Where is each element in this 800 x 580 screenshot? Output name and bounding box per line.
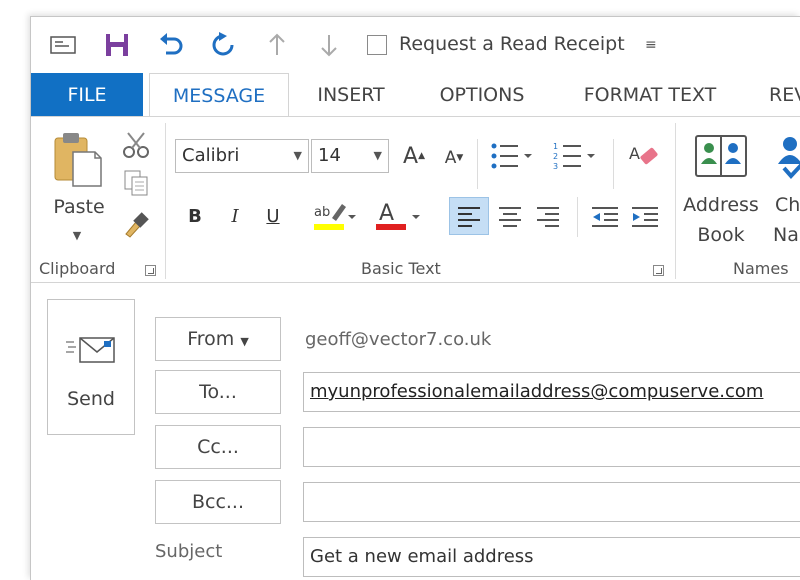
address-book-label-line1[interactable]: Address [683, 191, 759, 219]
svg-text:ab: ab [314, 205, 330, 220]
basic-text-dialog-launcher-icon[interactable] [653, 265, 664, 276]
from-button[interactable]: From ▼ [155, 317, 281, 361]
from-address: geoff@vector7.co.uk [305, 329, 492, 350]
check-names-icon[interactable] [775, 133, 800, 183]
font-name-value: Calibri [182, 145, 240, 166]
align-right-button[interactable] [531, 197, 565, 235]
svg-text:2: 2 [553, 152, 558, 161]
highlight-icon[interactable]: ab [311, 197, 359, 237]
font-size-chevron-down-icon[interactable]: ▼ [374, 140, 382, 172]
basic-text-group-label: Basic Text [361, 259, 441, 278]
subject-field[interactable]: Get a new email address [303, 537, 800, 577]
format-painter-icon[interactable] [121, 209, 151, 239]
tab-format-text[interactable]: FORMAT TEXT [577, 73, 723, 117]
clipboard-group-label: Clipboard [39, 259, 116, 278]
names-group-label: Names [733, 259, 789, 278]
increase-indent-icon[interactable] [627, 197, 663, 235]
bold-button[interactable]: B [181, 199, 209, 233]
shrink-font-glyph: A [444, 148, 457, 168]
to-button[interactable]: To... [155, 370, 281, 414]
cut-icon[interactable] [121, 131, 151, 159]
font-color-icon[interactable]: A [373, 197, 425, 237]
font-name-chevron-down-icon[interactable]: ▼ [294, 140, 302, 172]
paste-label[interactable]: Paste [49, 193, 109, 221]
save-icon[interactable] [103, 31, 131, 59]
message-window-icon[interactable] [49, 31, 77, 59]
paste-dropdown-chevron-down-icon[interactable]: ▼ [67, 225, 87, 245]
next-item-icon[interactable] [315, 31, 343, 59]
undo-icon[interactable] [157, 31, 185, 59]
tab-review[interactable]: REVIEW [769, 73, 800, 117]
group-separator [675, 123, 676, 279]
italic-button[interactable]: I [221, 199, 249, 233]
read-receipt-checkbox[interactable] [367, 35, 387, 55]
bcc-button[interactable]: Bcc... [155, 480, 281, 524]
font-name-combo[interactable]: Calibri ▼ [175, 139, 309, 173]
paste-icon[interactable] [49, 129, 105, 189]
check-names-label-line2[interactable]: Names [773, 221, 800, 249]
tab-message[interactable]: MESSAGE [149, 73, 289, 118]
grow-font-glyph: A [403, 143, 419, 169]
ribbon: Paste ▼ Clipboard Calibri ▼ 14 ▼ A▲ A▼ [31, 117, 800, 283]
font-size-value: 14 [318, 145, 341, 166]
font-size-combo[interactable]: 14 ▼ [311, 139, 389, 173]
tab-options[interactable]: OPTIONS [431, 73, 533, 117]
basic-text-separator [613, 139, 614, 189]
to-field[interactable]: myunprofessionalemailaddress@compuserve.… [303, 372, 800, 412]
address-book-label-line2[interactable]: Book [683, 221, 759, 249]
align-center-button[interactable] [493, 197, 527, 235]
from-chevron-down-icon: ▼ [240, 335, 249, 348]
clipboard-dialog-launcher-icon[interactable] [145, 265, 156, 276]
svg-text:A: A [629, 144, 640, 163]
bullets-icon[interactable] [489, 139, 537, 173]
from-label: From [187, 328, 235, 350]
basic-text-separator [577, 197, 578, 237]
check-names-label-line1[interactable]: Check [775, 191, 800, 219]
outlook-message-window: Request a Read Receipt ≡ FILE MESSAGE IN… [30, 16, 800, 580]
send-envelope-icon [66, 336, 116, 370]
svg-text:3: 3 [553, 162, 558, 171]
basic-text-separator [477, 139, 478, 189]
decrease-indent-icon[interactable] [587, 197, 623, 235]
tab-file[interactable]: FILE [31, 73, 143, 117]
address-book-icon[interactable] [693, 131, 749, 181]
to-recipient[interactable]: myunprofessionalemailaddress@compuserve.… [310, 381, 763, 402]
send-button[interactable]: Send [47, 299, 135, 435]
shrink-font-icon[interactable]: A ▼ [439, 143, 469, 173]
clear-formatting-icon[interactable]: A [627, 139, 663, 173]
ribbon-tabs: FILE MESSAGE INSERT OPTIONS FORMAT TEXT … [31, 73, 800, 118]
read-receipt-label[interactable]: Request a Read Receipt [399, 33, 625, 55]
grow-font-icon[interactable]: A ▲ [399, 141, 429, 171]
bcc-field[interactable] [303, 482, 800, 522]
cc-field[interactable] [303, 427, 800, 467]
send-label: Send [67, 388, 115, 410]
numbering-icon[interactable]: 123 [551, 139, 601, 173]
quick-access-toolbar: Request a Read Receipt ≡ [31, 17, 800, 73]
copy-icon[interactable] [121, 169, 151, 197]
tab-insert[interactable]: INSERT [311, 73, 391, 117]
customize-toolbar-icon[interactable]: ≡ [645, 37, 657, 53]
group-separator [165, 123, 166, 279]
svg-text:A: A [379, 201, 394, 226]
svg-text:1: 1 [553, 142, 558, 151]
cc-button[interactable]: Cc... [155, 425, 281, 469]
align-left-button[interactable] [449, 197, 489, 235]
subject-label: Subject [155, 541, 223, 562]
previous-item-icon[interactable] [263, 31, 291, 59]
underline-button[interactable]: U [259, 199, 287, 233]
redo-icon[interactable] [209, 31, 237, 59]
